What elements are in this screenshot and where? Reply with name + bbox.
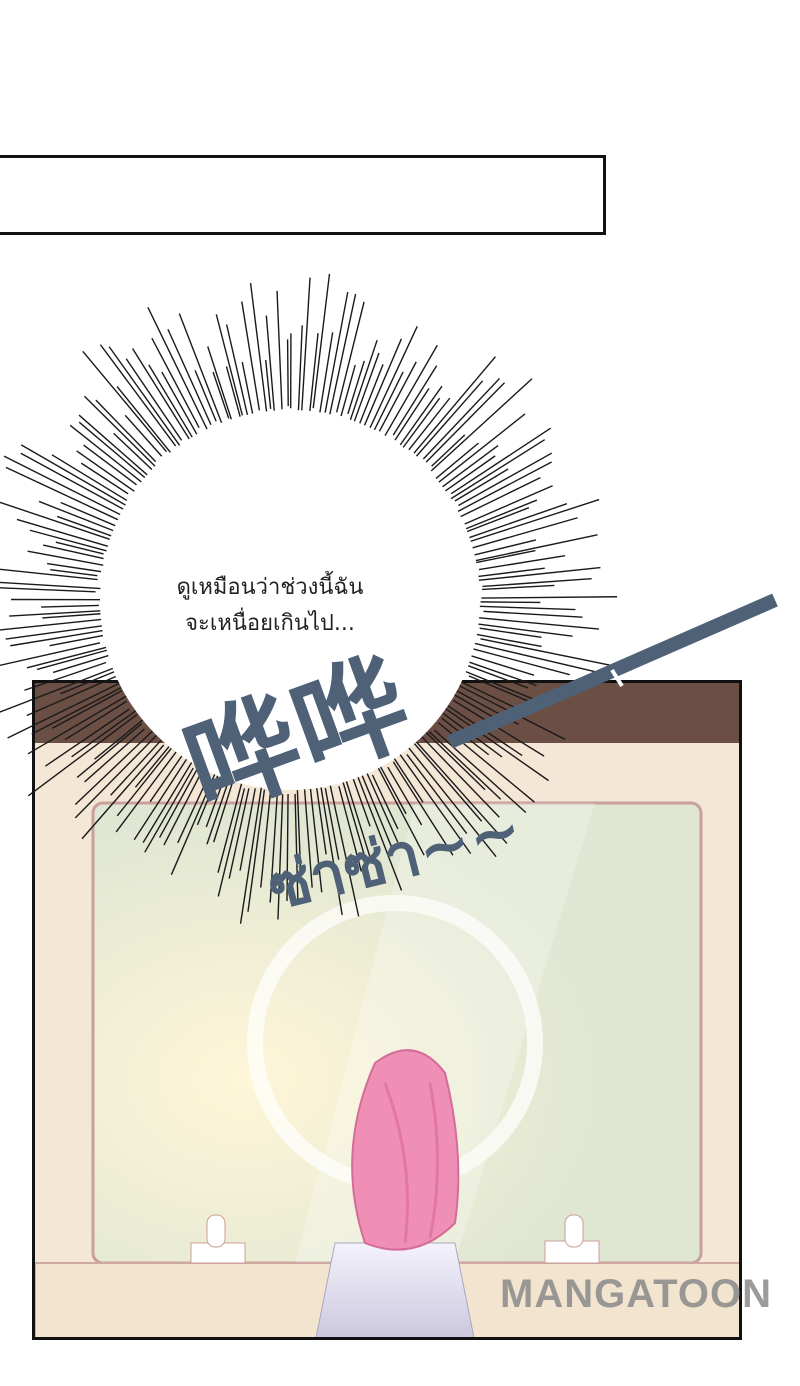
burst-line (241, 301, 261, 411)
burst-line (74, 728, 155, 806)
burst-line (340, 364, 356, 417)
burst-line (353, 352, 380, 423)
burst-line (481, 596, 618, 599)
burst-line (312, 273, 331, 409)
burst-line (471, 534, 598, 563)
burst-line (41, 604, 99, 608)
burst-line (471, 517, 578, 549)
burst-line (84, 728, 145, 783)
burst-line (149, 751, 185, 803)
burst-line (38, 500, 117, 533)
burst-line (27, 550, 105, 567)
burst-line (42, 613, 101, 619)
burst-line (475, 567, 545, 578)
burst-line (464, 499, 538, 530)
burst-line (212, 371, 230, 419)
burst-line (225, 324, 249, 418)
burst-line (265, 315, 276, 413)
burst-line (215, 314, 244, 416)
burst-line (0, 667, 115, 713)
burst-line (467, 503, 568, 539)
burst-line (367, 325, 418, 432)
watermark: MANGATOON (500, 1272, 772, 1316)
burst-line (286, 339, 289, 407)
burst-line (64, 700, 128, 741)
burst-line (480, 601, 541, 604)
burst-line (264, 359, 272, 410)
burst-line (115, 751, 177, 833)
burst-line (276, 290, 283, 410)
burst-line (474, 642, 608, 676)
burst-line (0, 581, 106, 590)
burst-line (44, 708, 130, 767)
burst-line (29, 529, 111, 553)
burst-line (74, 732, 160, 819)
burst-line (324, 291, 349, 413)
burst-line (52, 690, 123, 729)
burst-line (483, 610, 583, 618)
burst-line (94, 717, 146, 760)
burst-line (300, 277, 311, 413)
burst-line (7, 682, 121, 739)
burst-line (80, 462, 129, 495)
burst-line (394, 388, 430, 441)
burst-line (467, 498, 600, 543)
burst-line (476, 616, 600, 630)
thought-text: ดูเหมือนว่าช่วงนี้ฉัน จะเหนื่อยเกินไป... (176, 575, 364, 636)
burst-line (241, 361, 254, 414)
burst-line (349, 339, 378, 421)
burst-line (78, 421, 149, 481)
burst-line (479, 627, 542, 639)
burst-line (471, 539, 537, 557)
burst-line (479, 605, 576, 611)
burst-line (464, 670, 542, 704)
burst-line (125, 358, 183, 441)
burst-line (482, 578, 592, 588)
burst-line (99, 344, 177, 447)
burst-line (0, 501, 110, 540)
burst-line (328, 293, 357, 417)
burst-line (249, 282, 268, 414)
burst-line (480, 638, 611, 667)
burst-line (297, 325, 303, 412)
burst-line (400, 397, 441, 452)
